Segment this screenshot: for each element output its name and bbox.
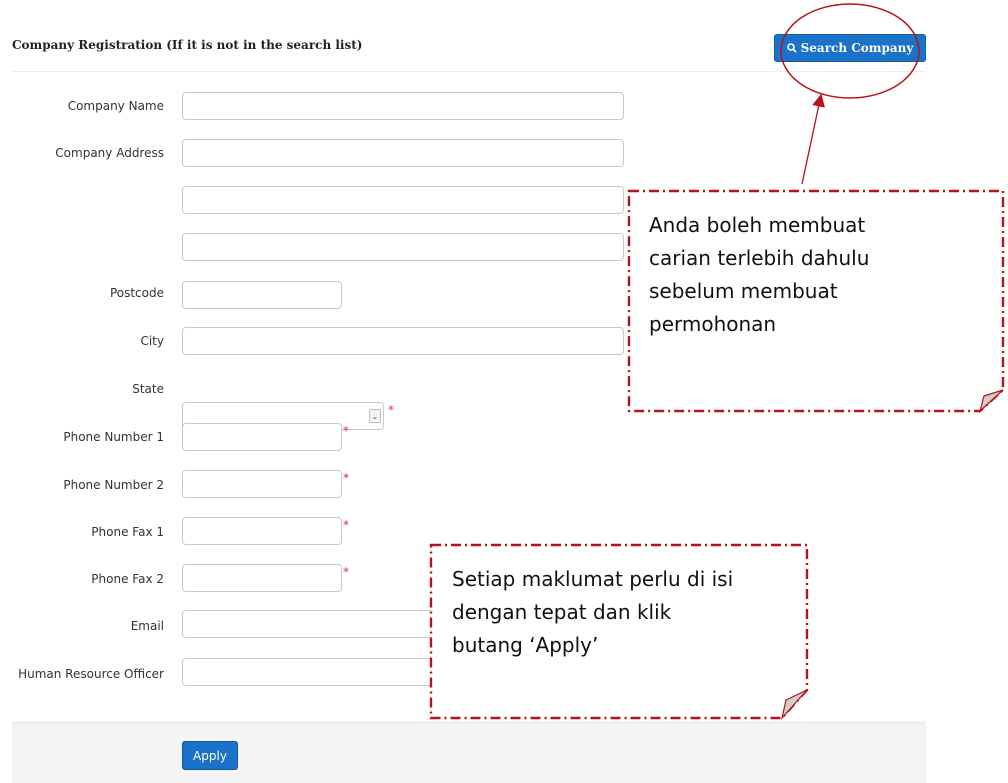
phone-fax-2-required-marker: * [343,565,349,579]
search-tip-line: carian terlebih dahulu [649,246,870,270]
apply-tip-text: Setiap maklumat perlu di isi dengan tepa… [452,563,733,662]
search-tip-line: sebelum membuat [649,279,838,303]
city-input[interactable] [182,327,624,355]
chevron-down-icon[interactable]: ⌄ [369,409,381,423]
page-title: Company Registration (If it is not in th… [12,38,363,52]
search-icon [786,43,797,53]
company-name-input[interactable] [182,92,624,120]
phone-fax-1-required-marker: * [343,518,349,532]
apply-tip-line: dengan tepat dan klik [452,600,672,624]
company-address-line-2-input[interactable] [182,186,624,214]
phone-number-2-input[interactable] [182,470,342,498]
state-required-marker: * [388,403,394,417]
callout-arrow [801,93,825,185]
human-resource-officer-input[interactable] [182,658,624,686]
phone-number-2-required-marker: * [343,471,349,485]
apply-button[interactable]: Apply [182,741,238,770]
company-address-line-1-input[interactable] [182,139,624,167]
apply-tip-line: butang ‘Apply’ [452,633,599,657]
phone-number-1-input[interactable] [182,423,342,451]
search-tip-line: permohonan [649,312,777,336]
search-tip-text: Anda boleh membuat carian terlebih dahul… [649,209,869,341]
phone-number-2-label: Phone Number 2 [63,478,164,492]
search-company-button[interactable]: Search Company [774,34,926,62]
state-label: State [132,382,164,396]
postcode-input[interactable] [182,281,342,309]
postcode-label: Postcode [109,286,164,300]
company-address-line-3-input[interactable] [182,233,624,261]
apply-tip-line: Setiap maklumat perlu di isi [452,567,734,591]
phone-number-1-label: Phone Number 1 [63,430,164,444]
search-tip-line: Anda boleh membuat [649,213,866,237]
human-resource-officer-label: Human Resource Officer [18,667,164,681]
company-address-label: Company Address [55,146,164,160]
phone-fax-1-input[interactable] [182,517,342,545]
phone-number-1-required-marker: * [343,424,349,438]
city-label: City [140,334,164,348]
email-label: Email [130,619,164,633]
form-footer [12,722,926,783]
search-company-button-label: Search Company [800,41,914,55]
phone-fax-1-label: Phone Fax 1 [91,525,164,539]
phone-fax-2-label: Phone Fax 2 [91,572,164,586]
header-divider [12,71,926,72]
company-name-label: Company Name [67,99,164,113]
phone-fax-2-input[interactable] [182,564,342,592]
